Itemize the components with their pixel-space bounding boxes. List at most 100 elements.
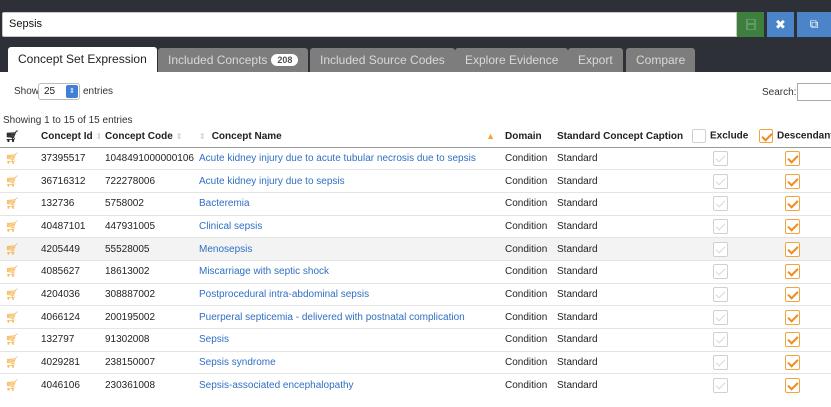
exclude-checkbox[interactable]	[713, 196, 728, 212]
concept-id-header[interactable]: Concept Id ⇕	[36, 126, 100, 148]
add-to-cart-cell[interactable]: 🛒︎	[0, 191, 36, 216]
exclude-checkbox[interactable]	[713, 286, 728, 302]
shopping-cart-icon[interactable]: 🛒︎	[5, 334, 19, 346]
concept-name-header[interactable]: ⇕ Concept Name ▲	[194, 126, 500, 148]
page-size-select[interactable]: 25 ⇕	[38, 83, 80, 100]
shopping-cart-icon[interactable]: 🛒︎	[5, 198, 19, 210]
descendants-header[interactable]: Descendants	[754, 126, 831, 148]
descendants-checkbox[interactable]	[785, 150, 800, 166]
domain-cell: Condition	[500, 259, 552, 284]
shopping-cart-icon[interactable]: 🛒︎	[5, 289, 19, 301]
concept-id-cell: 4204036	[36, 282, 100, 306]
concept-name-link[interactable]: Acute kidney injury due to sepsis	[199, 176, 345, 187]
shopping-cart-icon[interactable]: 🛒︎	[5, 380, 19, 392]
exclude-header[interactable]: Exclude	[687, 126, 754, 148]
concept-name-link[interactable]: Menosepsis	[199, 244, 252, 255]
concept-name-link[interactable]: Bacteremia	[199, 198, 250, 209]
concept-id-cell: 40487101	[36, 214, 100, 238]
shopping-cart-icon[interactable]: 🛒︎	[5, 312, 19, 324]
shopping-cart-icon[interactable]: 🛒︎	[5, 153, 19, 165]
descendants-checkbox[interactable]	[785, 355, 800, 371]
add-to-cart-cell[interactable]: 🛒︎	[0, 214, 36, 238]
concept-id-cell: 132797	[36, 328, 100, 352]
tab-concept-set-expression[interactable]: Concept Set Expression	[8, 47, 157, 72]
domain-cell: Condition	[500, 328, 552, 352]
tab-included-concepts[interactable]: Included Concepts 208	[158, 48, 309, 72]
copy-button[interactable]: ⧉	[797, 12, 831, 37]
concept-code-cell: 18613002	[100, 259, 194, 284]
save-button[interactable]	[737, 12, 764, 37]
add-to-cart-cell[interactable]: 🛒︎	[0, 328, 36, 352]
domain-header[interactable]: Domain	[500, 126, 552, 148]
exclude-checkbox[interactable]	[713, 241, 728, 257]
descendants-cell	[754, 259, 831, 284]
exclude-checkbox[interactable]	[713, 309, 728, 325]
shopping-cart-icon[interactable]: 🛒︎	[5, 357, 19, 369]
exclude-checkbox[interactable]	[713, 218, 728, 234]
close-icon: ✖	[775, 16, 786, 32]
concept-name-link[interactable]: Miscarriage with septic shock	[199, 266, 329, 277]
concept-name-cell: Postprocedural intra-abdominal sepsis	[194, 282, 500, 306]
descendants-checkbox[interactable]	[785, 241, 800, 257]
add-to-cart-cell[interactable]: 🛒︎	[0, 237, 36, 261]
descendants-checkbox[interactable]	[785, 332, 800, 348]
descendants-all-checkbox[interactable]	[759, 129, 773, 144]
concept-code-header[interactable]: Concept Code ⇕	[100, 126, 194, 148]
concept-name-link[interactable]: Acute kidney injury due to acute tubular…	[199, 153, 476, 164]
table-controls: Show 25 ⇕ entries Search:	[0, 80, 831, 106]
add-to-cart-cell[interactable]: 🛒︎	[0, 282, 36, 306]
add-to-cart-cell[interactable]: 🛒︎	[0, 350, 36, 374]
tab-included-source-codes[interactable]: Included Source Codes	[310, 48, 455, 72]
exclude-checkbox[interactable]	[713, 173, 728, 189]
exclude-checkbox[interactable]	[713, 377, 728, 393]
concept-name-cell: Bacteremia	[194, 191, 500, 216]
shopping-cart-icon[interactable]: 🛒︎	[5, 244, 19, 256]
close-button[interactable]: ✖	[767, 12, 794, 37]
tab-compare[interactable]: Compare	[626, 48, 696, 72]
table-row: 🛒︎ 36716312 722278006 Acute kidney injury d…	[0, 169, 831, 193]
descendants-checkbox[interactable]	[785, 309, 800, 325]
descendants-checkbox[interactable]	[785, 377, 800, 393]
descendants-checkbox[interactable]	[785, 264, 800, 280]
descendants-checkbox[interactable]	[785, 196, 800, 212]
shopping-cart-icon[interactable]: 🛒︎	[5, 176, 19, 188]
exclude-cell	[687, 259, 754, 284]
exclude-checkbox[interactable]	[713, 264, 728, 280]
add-to-cart-cell[interactable]: 🛒︎	[0, 259, 36, 284]
descendants-cell	[754, 214, 831, 238]
descendants-checkbox[interactable]	[785, 173, 800, 189]
descendants-cell	[754, 146, 831, 170]
tab-explore-evidence[interactable]: Explore Evidence	[455, 48, 569, 72]
exclude-checkbox[interactable]	[713, 355, 728, 371]
add-to-cart-cell[interactable]: 🛒︎	[0, 305, 36, 329]
concept-name-link[interactable]: Sepsis syndrome	[199, 357, 276, 368]
concept-name-cell: Clinical sepsis	[194, 214, 500, 238]
concept-code-cell: 91302008	[100, 328, 194, 352]
exclude-checkbox[interactable]	[713, 150, 728, 166]
standard-cell: Standard	[552, 282, 687, 306]
concept-name-link[interactable]: Sepsis	[199, 334, 229, 345]
standard-concept-header[interactable]: Standard Concept Caption⇕	[552, 126, 687, 148]
add-to-cart-cell[interactable]: 🛒︎	[0, 169, 36, 193]
copy-icon: ⧉	[809, 17, 819, 31]
standard-cell: Standard	[552, 169, 687, 193]
exclude-checkbox[interactable]	[713, 332, 728, 348]
shopping-cart-icon[interactable]: 🛒︎	[5, 221, 19, 233]
descendants-checkbox[interactable]	[785, 286, 800, 302]
shopping-cart-icon[interactable]: 🛒︎	[5, 266, 19, 278]
search-input[interactable]	[797, 83, 831, 101]
exclude-cell	[687, 191, 754, 216]
concept-name-cell: Miscarriage with septic shock	[194, 259, 500, 284]
concept-name-link[interactable]: Puerperal septicemia - delivered with po…	[199, 312, 465, 323]
add-to-cart-cell[interactable]: 🛒︎	[0, 146, 36, 170]
exclude-all-checkbox[interactable]	[692, 129, 706, 144]
concept-name-link[interactable]: Clinical sepsis	[199, 221, 262, 232]
add-to-cart-cell[interactable]: 🛒︎	[0, 373, 36, 397]
top-strip	[0, 0, 831, 9]
tab-export[interactable]: Export	[568, 48, 623, 72]
descendants-checkbox[interactable]	[785, 218, 800, 234]
concept-name-link[interactable]: Sepsis-associated encephalopathy	[199, 380, 354, 391]
concept-name-link[interactable]: Postprocedural intra-abdominal sepsis	[199, 289, 369, 300]
concept-code-cell: 55528005	[100, 237, 194, 261]
concept-set-name-input[interactable]: Sepsis	[2, 12, 737, 37]
